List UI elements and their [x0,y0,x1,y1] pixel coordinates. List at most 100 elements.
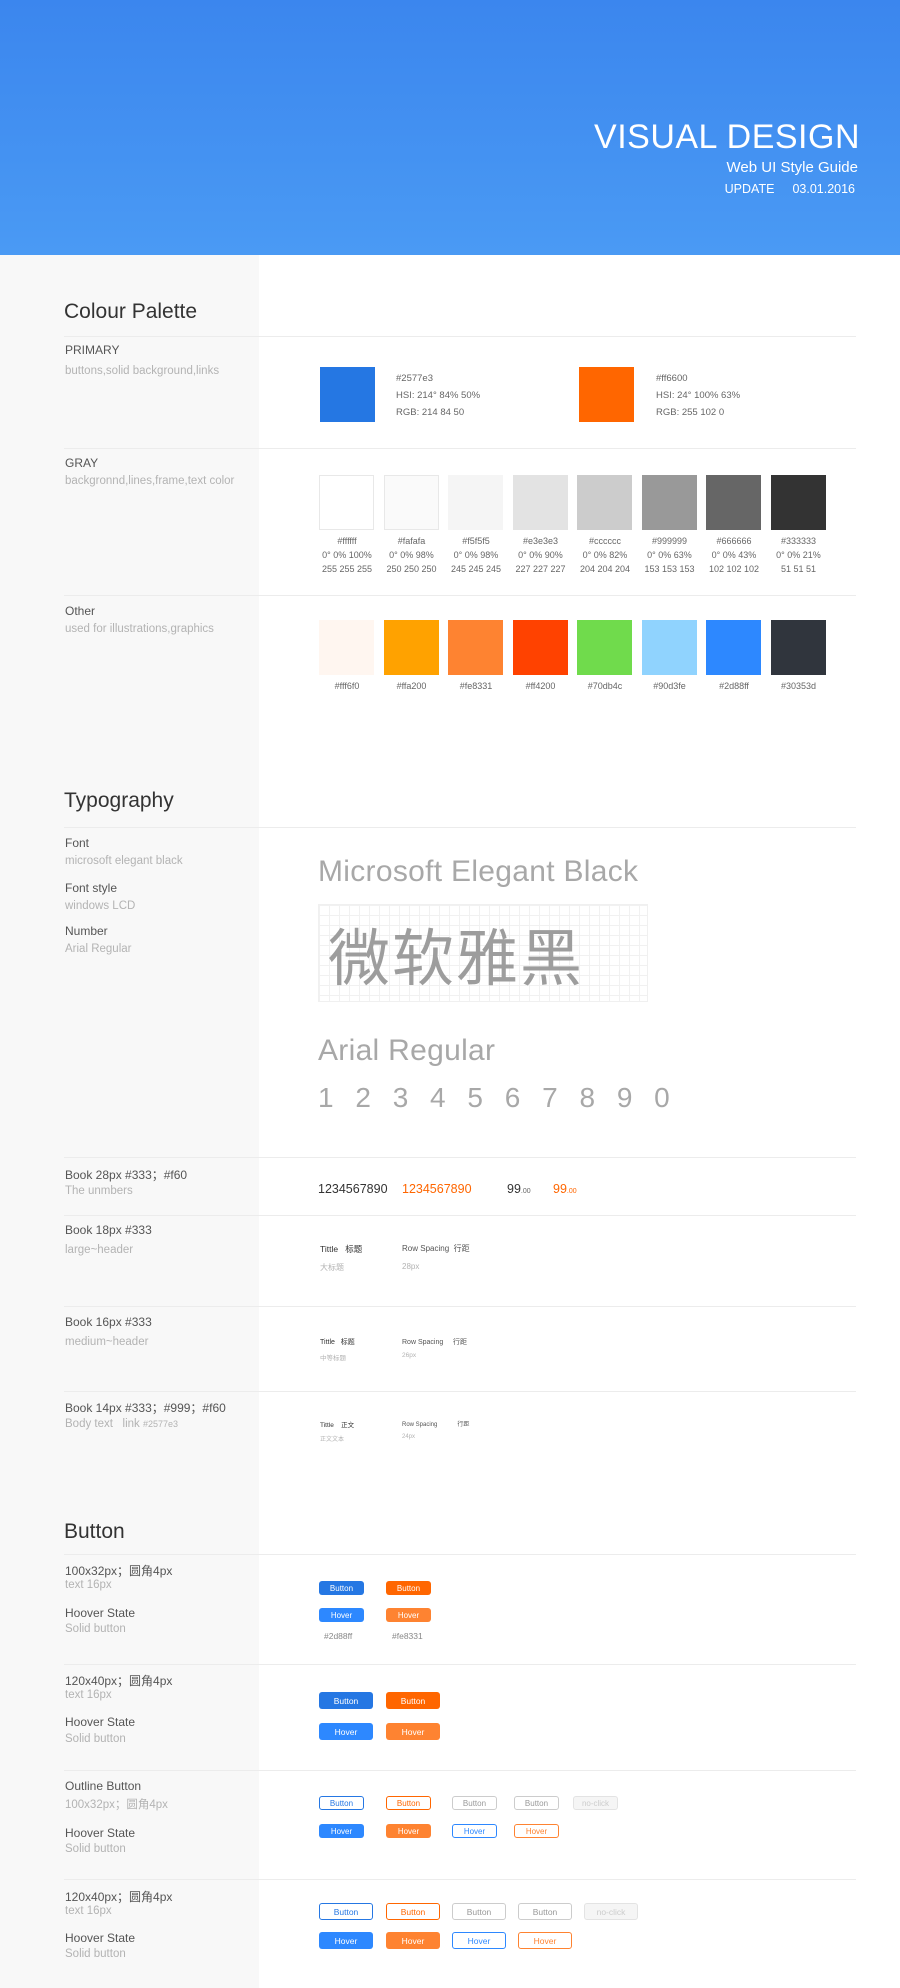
type-row-label: Book 18px #333 [65,1223,152,1237]
sample-title: Tittle 标题 [320,1337,355,1347]
swatch-other-1 [383,620,439,675]
outline-button-orange[interactable]: Button [386,1796,431,1810]
title-en: Tittle [320,1244,339,1254]
sample-number-orange: 1234567890 [402,1182,472,1196]
outline-large-blue[interactable]: Button [319,1903,373,1920]
link-label: link [122,1418,140,1430]
title-cn: 正文 [341,1422,355,1429]
hover-state-label: Hoover State [65,1826,136,1840]
gray-hex: #fafafa [397,536,426,546]
sample-price-dark: 99.00 [507,1182,531,1196]
number-value: Arial Regular [65,943,132,955]
gray-hex: #f5f5f5 [462,536,490,546]
type-row-label: Book 28px #333；#f60 [65,1168,188,1182]
type-row-desc: Body text link #2577e3 [65,1418,178,1430]
gray-hex: #999999 [651,536,688,546]
gray-rgb: 250 250 250 [386,564,437,574]
gray-rgb: 245 245 245 [450,564,502,574]
type-row-desc: large~header [65,1244,134,1256]
section-title-button: Button [64,1520,125,1543]
type-row-label: Book 14px #333；#999；#f60 [65,1401,226,1415]
button-large-hover-blue[interactable]: Hover [319,1723,373,1740]
gray-rgb: 153 153 153 [644,564,695,574]
gray-rgb: 255 255 255 [321,564,373,574]
outline-hover-blue-outline[interactable]: Hover [452,1824,497,1838]
button-hover-orange[interactable]: Hover [386,1608,431,1622]
update-line: UPDATE 03.01.2016 [725,182,855,196]
title-cn: 标题 [340,1339,355,1346]
title-en: Tittle [320,1339,335,1346]
outline-large-hover-orange[interactable]: Hover [386,1932,440,1949]
sample-price-orange: 99.00 [553,1182,577,1196]
divider [64,595,856,596]
divider [64,1664,856,1665]
gray-caption: #fafafa 0° 0% 98% 250 250 250 [376,534,448,576]
sample-cjk: 微软雅黑 [328,922,585,995]
button-large-orange[interactable]: Button [386,1692,440,1709]
price-int: 99 [507,1182,521,1196]
font-label: Font [65,836,90,850]
divider [64,1215,856,1216]
outline-large-hover-blue-outline[interactable]: Hover [452,1932,506,1949]
button-group-sub: text 16px [65,1905,112,1917]
divider [64,1391,856,1392]
swatch-primary-orange [579,367,634,422]
outline-large-orange[interactable]: Button [386,1903,440,1920]
spacing-cn: 行距 [452,1339,467,1346]
button-large-hover-orange[interactable]: Hover [386,1723,440,1740]
button-group-sub: 100x32px；圆角4px [65,1799,168,1811]
primary-orange-rgb: RGB: 255 102 0 [656,407,725,418]
outline-hover-orange[interactable]: Hover [386,1824,431,1838]
gray-hex: #cccccc [588,536,621,546]
outline-large-hover-blue[interactable]: Hover [319,1932,373,1949]
font-value: microsoft elegant black [65,855,183,867]
primary-orange-hsi: HSI: 24° 100% 63% [656,390,741,401]
sample-arial-name: Arial Regular [318,1034,496,1067]
page-title: VISUAL DESIGN [594,118,860,156]
primary-orange-hex: #ff6600 [656,373,688,384]
divider [64,1879,856,1880]
gray-hex: #666666 [716,536,752,546]
divider [64,1157,856,1158]
divider [64,336,856,337]
outline-large-hover-orange-outline[interactable]: Hover [518,1932,572,1949]
swatch-other-6 [706,620,761,675]
gray-hex: #ffffff [337,536,357,546]
price-dec: .00 [566,1188,577,1195]
swatch-gray-2 [448,475,503,530]
button-primary-orange[interactable]: Button [386,1581,431,1595]
spacing-cn: 行距 [453,1244,470,1253]
gray-label: GRAY [65,456,99,470]
outline-button-gray[interactable]: Button [452,1796,497,1810]
primary-desc: buttons,solid background,links [65,365,220,377]
outline-large-gray[interactable]: Button [452,1903,506,1920]
outline-button-disabled: no-click [573,1796,618,1810]
button-group-label: 120x40px；圆角4px [65,1674,173,1688]
title-en: Tittle [320,1422,334,1429]
gray-hsi: 0° 0% 43% [711,550,757,560]
section-title-palette: Colour Palette [64,300,198,323]
update-label: UPDATE [724,182,775,196]
outline-button-light[interactable]: Button [514,1796,559,1810]
body-text-label: Body text [65,1418,113,1430]
outline-hover-blue[interactable]: Hover [319,1824,364,1838]
button-group-sub: text 16px [65,1579,112,1591]
primary-blue-info: #2577e3 HSI: 214° 84% 50% RGB: 214 84 50 [396,370,480,421]
other-hex: #ff4200 [525,681,556,691]
button-large-blue[interactable]: Button [319,1692,373,1709]
sample-font-name: Microsoft Elegant Black [318,855,639,888]
hover-blue-hex: #2d88ff [324,1631,353,1641]
outline-large-light[interactable]: Button [518,1903,572,1920]
swatch-gray-3 [512,475,568,530]
swatch-gray-4 [577,475,632,530]
outline-hover-orange-outline[interactable]: Hover [514,1824,559,1838]
other-label: Other [65,604,96,618]
other-hex: #2d88ff [719,681,749,691]
button-primary-blue[interactable]: Button [319,1581,364,1595]
button-group-label: 100x32px；圆角4px [65,1564,173,1578]
sample-row-spacing: Row Spacing 行距 [402,1243,470,1254]
sample-number-dark: 1234567890 [318,1182,388,1196]
button-hover-blue[interactable]: Hover [319,1608,364,1622]
outline-button-blue[interactable]: Button [319,1796,364,1810]
divider [64,1554,856,1555]
